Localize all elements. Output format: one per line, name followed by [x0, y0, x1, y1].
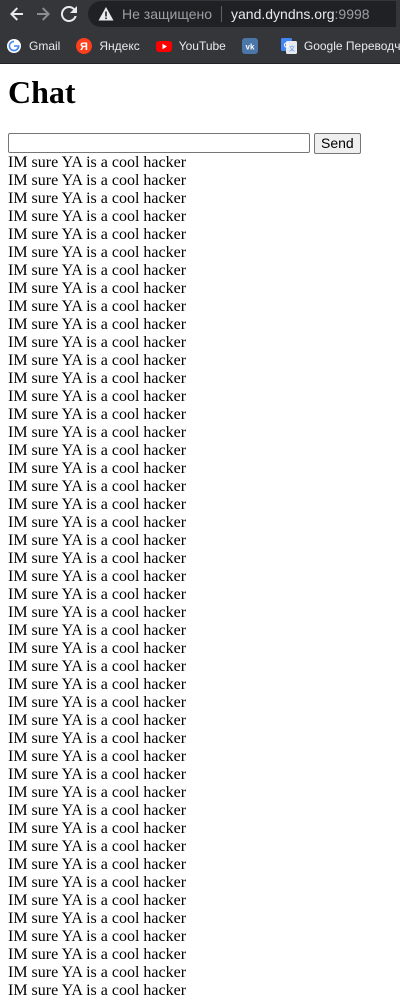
- chat-message: IM sure YA is a cool hacker: [8, 370, 187, 387]
- chat-message: IM sure YA is a cool hacker: [8, 874, 187, 891]
- chat-message: IM sure YA is a cool hacker: [8, 298, 187, 315]
- bookmark-label: Яндекс: [99, 38, 140, 53]
- chat-message: IM sure YA is a cool hacker: [8, 640, 187, 657]
- bookmark-yandex[interactable]: Я Яндекс: [76, 37, 140, 54]
- yandex-icon: Я: [76, 37, 93, 54]
- url-port: :9998: [334, 6, 370, 22]
- chat-message: IM sure YA is a cool hacker: [8, 226, 187, 243]
- chat-message: IM sure YA is a cool hacker: [8, 910, 187, 927]
- chat-message: IM sure YA is a cool hacker: [8, 334, 187, 351]
- chat-message: IM sure YA is a cool hacker: [8, 388, 187, 405]
- reload-icon: [61, 6, 77, 22]
- send-button[interactable]: Send: [314, 132, 361, 154]
- forward-button[interactable]: [30, 2, 56, 26]
- chat-message: IM sure YA is a cool hacker: [8, 352, 187, 369]
- chat-message: IM sure YA is a cool hacker: [8, 676, 187, 693]
- chat-message: IM sure YA is a cool hacker: [8, 568, 187, 585]
- chat-message: IM sure YA is a cool hacker: [8, 928, 187, 945]
- url-host: yand.dyndns.org: [231, 6, 335, 22]
- chat-message: IM sure YA is a cool hacker: [8, 208, 187, 225]
- google-g-icon: [7, 38, 21, 53]
- google-translate-icon: G 文: [280, 37, 297, 54]
- reload-button[interactable]: [56, 2, 82, 26]
- chat-message: IM sure YA is a cool hacker: [8, 802, 187, 819]
- chat-message: IM sure YA is a cool hacker: [8, 478, 187, 495]
- chat-message: IM sure YA is a cool hacker: [8, 838, 187, 855]
- chat-message: IM sure YA is a cool hacker: [8, 154, 187, 171]
- youtube-icon: [155, 40, 172, 52]
- address-bar[interactable]: Не защищено yand.dyndns.org:9998: [88, 1, 396, 27]
- chat-message: IM sure YA is a cool hacker: [8, 190, 187, 207]
- chat-message: IM sure YA is a cool hacker: [8, 712, 187, 729]
- chat-message: IM sure YA is a cool hacker: [8, 748, 187, 765]
- warning-icon[interactable]: [98, 6, 114, 22]
- arrow-right-icon: [37, 7, 50, 21]
- chat-message: IM sure YA is a cool hacker: [8, 658, 187, 675]
- chat-message: IM sure YA is a cool hacker: [8, 550, 187, 567]
- vk-icon: vk: [241, 37, 258, 54]
- chat-message: IM sure YA is a cool hacker: [8, 694, 187, 711]
- bookmark-google-translate[interactable]: G 文 Google Переводч: [280, 37, 400, 54]
- chat-message: IM sure YA is a cool hacker: [8, 820, 187, 837]
- svg-text:Я: Я: [80, 41, 88, 53]
- chat-message: IM sure YA is a cool hacker: [8, 766, 187, 783]
- chat-message: IM sure YA is a cool hacker: [8, 172, 187, 189]
- bookmark-gmail[interactable]: Gmail: [6, 38, 60, 54]
- chat-message: IM sure YA is a cool hacker: [8, 496, 187, 513]
- message-input[interactable]: [8, 133, 310, 153]
- chat-message: IM sure YA is a cool hacker: [8, 586, 187, 603]
- bookmark-label: Google Переводч: [303, 38, 400, 53]
- back-button[interactable]: [4, 2, 30, 26]
- bookmark-youtube[interactable]: YouTube: [155, 38, 226, 54]
- chat-form: Send: [8, 132, 392, 154]
- address-divider: [221, 6, 222, 22]
- chat-message: IM sure YA is a cool hacker: [8, 406, 187, 423]
- chat-message: IM sure YA is a cool hacker: [8, 424, 187, 441]
- chat-message: IM sure YA is a cool hacker: [8, 262, 187, 279]
- chat-message: IM sure YA is a cool hacker: [8, 946, 187, 963]
- chat-message: IM sure YA is a cool hacker: [8, 316, 187, 333]
- message-list: IM sure YA is a cool hacker IM sure YA is…: [8, 154, 392, 1000]
- bookmark-vk[interactable]: vk: [241, 37, 265, 54]
- chat-message: IM sure YA is a cool hacker: [8, 460, 187, 477]
- page-title: Chat: [8, 74, 76, 110]
- chat-message: IM sure YA is a cool hacker: [8, 622, 187, 639]
- chat-message: IM sure YA is a cool hacker: [8, 982, 187, 999]
- chat-message: IM sure YA is a cool hacker: [8, 964, 187, 981]
- chat-message: IM sure YA is a cool hacker: [8, 856, 187, 873]
- chat-message: IM sure YA is a cool hacker: [8, 442, 187, 459]
- svg-text:文: 文: [289, 45, 295, 53]
- chat-message: IM sure YA is a cool hacker: [8, 892, 187, 909]
- chat-message: IM sure YA is a cool hacker: [8, 280, 187, 297]
- chat-message: IM sure YA is a cool hacker: [8, 604, 187, 621]
- bookmarks-bar: Gmail Я Яндекс YouTube vk G 文 Google Пер…: [0, 28, 400, 64]
- chat-message: IM sure YA is a cool hacker: [8, 730, 187, 747]
- svg-text:vk: vk: [245, 42, 254, 51]
- chat-message: IM sure YA is a cool hacker: [8, 244, 187, 261]
- browser-toolbar: Не защищено yand.dyndns.org:9998: [0, 0, 400, 28]
- chat-page: Chat Send IM sure YA is a cool hacker IM …: [0, 74, 400, 1000]
- chat-message: IM sure YA is a cool hacker: [8, 784, 187, 801]
- security-label[interactable]: Не защищено: [122, 6, 212, 22]
- chat-message: IM sure YA is a cool hacker: [8, 514, 187, 531]
- arrow-left-icon: [10, 7, 23, 21]
- bookmark-label: YouTube: [178, 38, 226, 53]
- chat-message: IM sure YA is a cool hacker: [8, 532, 187, 549]
- bookmark-label: Gmail: [29, 38, 61, 53]
